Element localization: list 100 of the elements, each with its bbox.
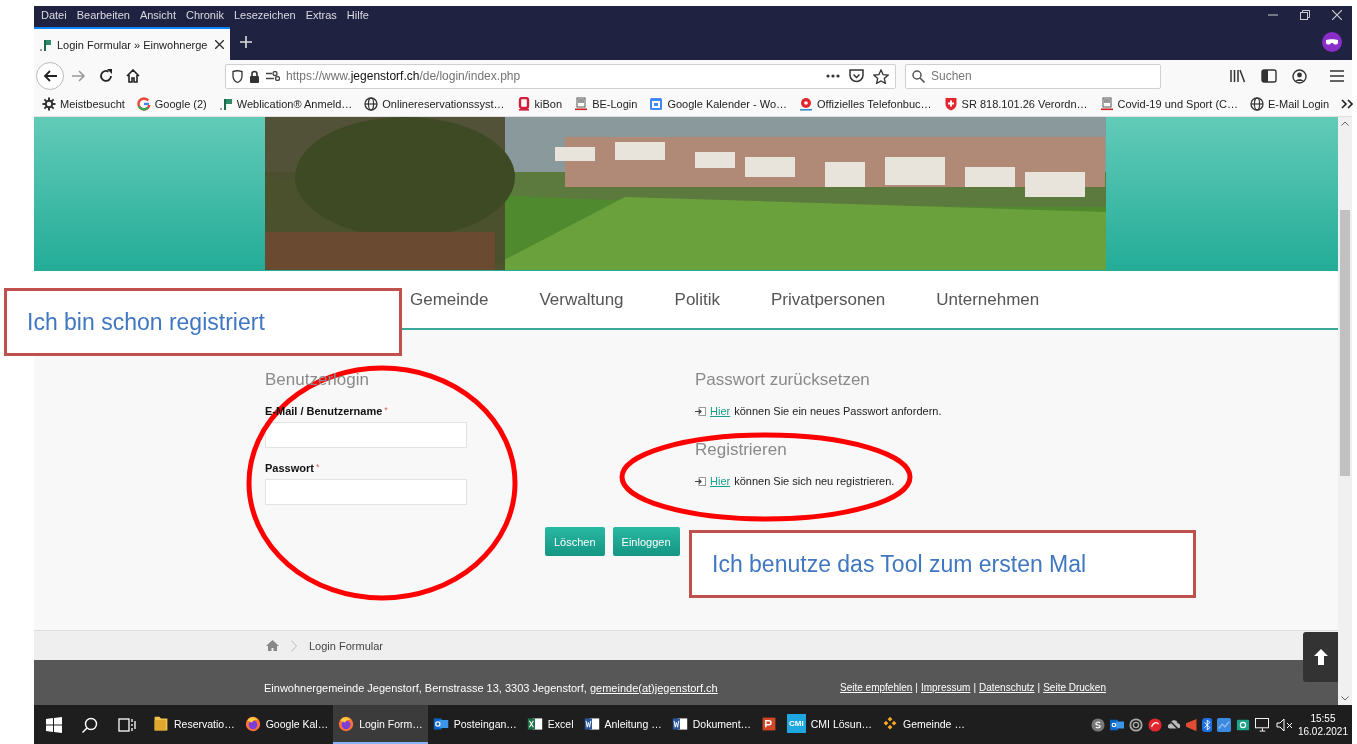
breadcrumb-item[interactable]: Login Formular	[309, 639, 383, 652]
calendar-icon	[649, 97, 664, 111]
bookmark[interactable]: SR 818.101.26 Verordn…	[943, 97, 1088, 111]
firefox-icon	[338, 715, 355, 732]
firefox-icon	[244, 715, 261, 732]
clock[interactable]: 15:55 16.02.2021	[1297, 711, 1348, 738]
network-map-icon[interactable]	[1217, 717, 1232, 732]
taskbar-app[interactable]: Posteingan…	[427, 705, 522, 744]
input-field[interactable]	[265, 479, 467, 505]
address-field[interactable]: https://www.jegenstorf.ch/de/login/index.php	[225, 63, 896, 89]
taskbar-app[interactable]: CMI CMI Lösun…	[782, 705, 877, 744]
section-title: Registrieren	[695, 440, 788, 460]
crest-icon	[1099, 97, 1114, 111]
padlock-icon	[249, 69, 260, 83]
menu-item[interactable]: Extras	[300, 9, 342, 21]
reload-icon[interactable]	[99, 69, 113, 83]
menu-icon[interactable]	[1330, 70, 1344, 82]
footer-address: Einwohnergemeinde Jegenstorf, Bernstrasse 13, 3303 Jegenstorf,	[264, 681, 587, 694]
taskbar-app[interactable]: Excel	[521, 705, 579, 744]
email-link[interactable]: gemeinde(at)jegenstorf.ch	[589, 681, 718, 694]
diamonds-icon	[882, 715, 898, 732]
footer-link[interactable]: Datenschutz	[979, 682, 1035, 693]
menu-item[interactable]: Datei	[36, 9, 72, 21]
footer-link[interactable]: Seite empfehlen	[840, 682, 913, 693]
menu-item[interactable]: Hilfe	[341, 9, 374, 21]
nav-link[interactable]: Politik	[674, 289, 720, 310]
document-icon	[671, 715, 688, 732]
nav-link[interactable]: Privatpersonen	[770, 289, 886, 310]
nav-link[interactable]: Verwaltung	[539, 289, 624, 310]
volume-muted-icon[interactable]	[1275, 717, 1293, 732]
pocket-icon[interactable]	[849, 69, 864, 83]
skype-icon[interactable]	[1091, 717, 1106, 732]
more-bookmarks-icon[interactable]	[1341, 99, 1354, 109]
bookmark[interactable]: BE-Login	[574, 97, 638, 111]
taskbar-app[interactable]: Anleitung …	[578, 705, 667, 744]
menu-item[interactable]: Bearbeiten	[71, 9, 135, 21]
bookmark[interactable]: Covid-19 und Sport (C…	[1099, 97, 1238, 111]
home-icon[interactable]	[126, 69, 140, 83]
search-icon[interactable]	[82, 716, 98, 733]
url-text: https://www.jegenstorf.ch/de/login/index.php	[286, 69, 521, 83]
link-separator: |	[973, 682, 976, 693]
flag-icon	[40, 38, 52, 51]
taskbar-app[interactable]: Reservatio…	[148, 705, 240, 744]
search-field[interactable]: Suchen	[905, 63, 1161, 89]
input-field[interactable]	[265, 422, 467, 448]
bookmark[interactable]: E-Mail Login	[1250, 97, 1330, 111]
forward-icon[interactable]	[72, 70, 86, 82]
crest-icon	[574, 97, 589, 111]
footer-link[interactable]: Impressum	[920, 682, 971, 693]
close-icon[interactable]	[215, 40, 224, 49]
globe-icon	[364, 97, 379, 111]
bookmark[interactable]: Weblication® Anmeld…	[218, 97, 353, 111]
bookmark[interactable]: Offizielles Telefonbuc…	[799, 97, 932, 111]
more-dots-icon[interactable]	[826, 74, 840, 78]
star-icon[interactable]	[873, 68, 889, 84]
browser-tab[interactable]: Login Formular » Einwohnerge	[34, 27, 230, 60]
new-tab-icon[interactable]	[240, 36, 252, 48]
scrollbar-thumb[interactable]	[1340, 210, 1350, 476]
outlook-icon[interactable]	[1110, 717, 1125, 732]
bookmark[interactable]: Onlinereservationssyst…	[364, 97, 505, 111]
link-separator: |	[915, 682, 918, 693]
globe-icon	[1250, 97, 1264, 111]
taskbar-app[interactable]: Gemeinde …	[877, 705, 970, 744]
taskbar-app[interactable]: Dokument…	[666, 705, 757, 744]
spreadsheet-icon	[526, 715, 543, 732]
bookmark[interactable]: Meistbesucht	[42, 97, 125, 111]
nav-link[interactable]: Unternehmen	[936, 289, 1040, 310]
private-mask-icon	[1322, 32, 1342, 52]
sync-icon[interactable]	[1129, 717, 1144, 732]
sidebar-icon[interactable]	[1261, 69, 1277, 83]
task-view-icon[interactable]	[118, 716, 136, 733]
windows-start-icon[interactable]	[46, 716, 62, 733]
scrollbar[interactable]	[1338, 117, 1352, 705]
taskbar-app[interactable]: Login Form…	[333, 705, 428, 744]
clock-date: 16.02.2021	[1297, 724, 1348, 738]
screen-icon[interactable]	[1236, 717, 1251, 732]
bluetooth-icon[interactable]	[1201, 717, 1213, 732]
restore-icon[interactable]	[1300, 10, 1310, 20]
arrow-into-box-icon	[695, 476, 706, 486]
antivirus-icon[interactable]	[1148, 717, 1163, 732]
bookmark[interactable]: kiBon	[516, 97, 563, 111]
menu-item[interactable]: Lesezeichen	[228, 9, 301, 21]
scroll-up-icon	[1341, 121, 1349, 126]
back-button[interactable]	[36, 62, 64, 90]
footer-link[interactable]: Seite Drucken	[1043, 682, 1106, 693]
menu-item[interactable]: Chronik	[181, 9, 229, 21]
nav-link[interactable]: Gemeinde	[410, 289, 489, 310]
link-description: können Sie ein neues Passwort anfordern.	[734, 405, 942, 417]
cloud-off-icon[interactable]	[1167, 717, 1182, 732]
speaker-icon[interactable]	[1186, 717, 1197, 732]
bookmark[interactable]: Google (2)	[136, 97, 207, 111]
back-to-top-button[interactable]	[1303, 632, 1338, 682]
shield-cross-icon	[943, 97, 958, 111]
menu-item[interactable]: Ansicht	[134, 9, 181, 21]
account-icon[interactable]	[1292, 68, 1307, 84]
network-icon[interactable]	[1255, 717, 1271, 732]
bookmark[interactable]: Google Kalender - Wo…	[649, 97, 788, 111]
library-icon[interactable]	[1230, 69, 1246, 83]
taskbar-app[interactable]: Google Kal…	[239, 705, 334, 744]
callout-box: Ich benutze das Tool zum ersten Mal	[689, 530, 1196, 598]
